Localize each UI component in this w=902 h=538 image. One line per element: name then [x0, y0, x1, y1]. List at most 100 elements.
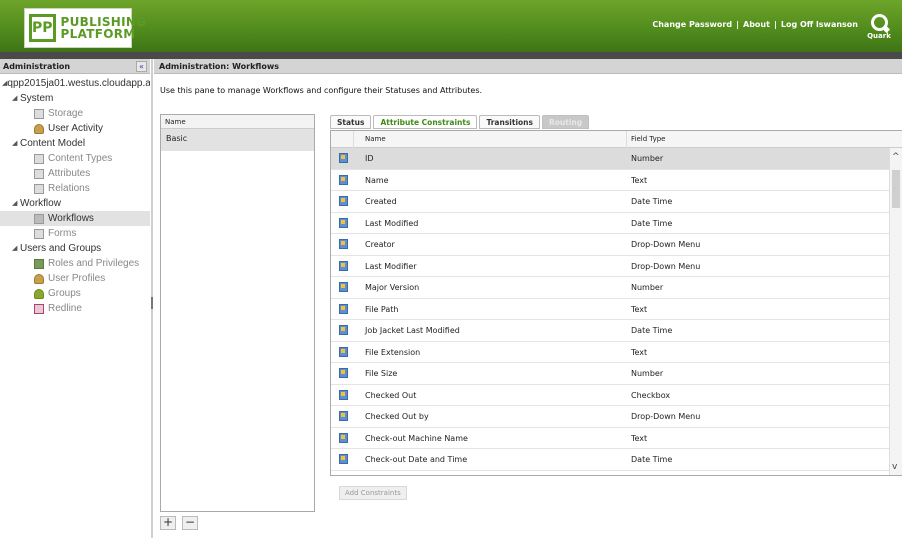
attribute-name-cell: File Path: [365, 304, 399, 314]
scroll-up-icon[interactable]: ^: [892, 152, 900, 162]
tree-item-label: Forms: [48, 228, 77, 239]
workflow-list-item[interactable]: Basic: [161, 129, 314, 151]
attribute-icon: [339, 346, 348, 357]
field-type-cell: Drop-Down Menu: [631, 412, 701, 421]
attribute-icon: [339, 217, 348, 228]
column-header-name[interactable]: Name: [365, 135, 386, 143]
tab-status[interactable]: Status: [330, 115, 372, 129]
table-row[interactable]: Job Jacket Last Modified Date Time: [331, 320, 891, 342]
quark-label: Quark: [867, 32, 891, 40]
field-type-cell: Drop-Down Menu: [631, 240, 701, 249]
remove-workflow-button[interactable]: −: [182, 516, 198, 530]
tree-item-label: Content Model: [20, 138, 86, 149]
attribute-name-cell: Created: [365, 197, 397, 206]
attribute-icon: [339, 389, 348, 400]
roles-icon: [34, 258, 44, 269]
workflow-tabs: Status Attribute Constraints Transitions…: [330, 115, 590, 129]
attribute-name-cell: Last Modifier: [365, 261, 417, 271]
table-row[interactable]: Major Version Number: [331, 277, 891, 299]
table-row[interactable]: Last Modifier Drop-Down Menu: [331, 256, 891, 277]
attribute-icon: [339, 325, 348, 335]
grid-scrollbar[interactable]: ^ v: [889, 148, 902, 475]
tree-item-groups[interactable]: Groups: [0, 286, 150, 301]
field-type-cell: Date Time: [631, 326, 673, 335]
attribute-name-cell: Job Jacket Last Modified: [365, 326, 460, 335]
log-off-link[interactable]: Log Off lswanson: [781, 20, 858, 29]
attribute-name-cell: ID: [365, 154, 374, 163]
collapse-panel-button[interactable]: «: [136, 61, 147, 72]
column-header-field-type[interactable]: Field Type: [631, 135, 665, 143]
header-stripe: [0, 52, 902, 59]
add-constraints-button: Add Constraints: [339, 486, 407, 500]
table-row[interactable]: Creator Drop-Down Menu: [331, 234, 891, 256]
table-row[interactable]: Created Date Time: [331, 191, 891, 213]
workflow-list: Name Basic: [160, 114, 315, 512]
field-type-cell: Checkbox: [631, 390, 671, 400]
about-link[interactable]: About: [743, 20, 770, 29]
attribute-name-cell: Check-out Date and Time: [365, 455, 468, 464]
tree-item-forms[interactable]: Forms: [0, 226, 150, 241]
table-row[interactable]: Last Modified Date Time: [331, 213, 891, 234]
add-workflow-button[interactable]: +: [160, 516, 176, 530]
attribute-icon: [339, 303, 348, 314]
expand-caret-icon[interactable]: ◢: [12, 196, 20, 211]
left-panel-title: Administration: [0, 59, 150, 74]
table-row[interactable]: Name Text: [331, 170, 891, 191]
attribute-name-cell: Checked Out: [365, 390, 417, 400]
change-password-link[interactable]: Change Password: [652, 20, 732, 29]
tree-item-content-types[interactable]: Content Types: [0, 151, 150, 166]
table-row[interactable]: Check-out Date and Time Date Time: [331, 449, 891, 471]
logo-text: PUBLISHING PLATFORM: [61, 16, 147, 40]
attribute-icon: [339, 432, 348, 443]
tree-item-label: User Profiles: [48, 273, 106, 284]
attribute-icon: [339, 260, 348, 271]
field-type-cell: Date Time: [631, 455, 673, 464]
tree-item-user-profiles[interactable]: User Profiles: [0, 271, 150, 286]
tree-item-label: Content Types: [48, 153, 113, 164]
tree-item-relations[interactable]: Relations: [0, 181, 150, 196]
table-row[interactable]: Checked Out by Drop-Down Menu: [331, 406, 891, 428]
tree-item-users-and-groups[interactable]: ◢ Users and Groups: [0, 241, 150, 256]
attributes-icon: [34, 168, 44, 179]
tab-attribute-constraints[interactable]: Attribute Constraints: [373, 115, 478, 129]
scroll-down-icon[interactable]: v: [892, 462, 897, 472]
table-row[interactable]: Checked Out Checkbox: [331, 385, 891, 406]
tree-item-attributes[interactable]: Attributes: [0, 166, 150, 181]
tree-item-content-model[interactable]: ◢ Content Model: [0, 136, 150, 151]
workflows-icon: [34, 213, 44, 224]
attribute-name-cell: Check-out Machine Name: [365, 433, 468, 443]
attribute-name-cell: Name: [365, 175, 389, 185]
attribute-icon: [339, 454, 348, 464]
page-title: Administration: Workflows: [154, 59, 902, 74]
table-row[interactable]: File Path Text: [331, 299, 891, 320]
tree-item-label: User Activity: [48, 123, 104, 134]
tree-item-system[interactable]: ◢ System: [0, 91, 150, 106]
expand-caret-icon[interactable]: ◢: [12, 91, 20, 106]
splitter-grip-icon[interactable]: [151, 297, 153, 309]
tab-transitions[interactable]: Transitions: [479, 115, 540, 129]
groups-icon: [34, 288, 44, 299]
tree-item-label: Groups: [48, 288, 81, 299]
table-row[interactable]: File Extension Text: [331, 342, 891, 363]
tree-item-user-activity[interactable]: User Activity: [0, 121, 150, 136]
attribute-name-cell: Major Version: [365, 283, 420, 292]
tree-item-redline[interactable]: Redline: [0, 301, 150, 316]
tree-item-workflow[interactable]: ◢ Workflow: [0, 196, 150, 211]
field-type-cell: Date Time: [631, 197, 673, 206]
field-type-cell: Drop-Down Menu: [631, 261, 701, 271]
expand-caret-icon[interactable]: ◢: [12, 241, 20, 256]
tree-item-storage[interactable]: Storage: [0, 106, 150, 121]
user-activity-icon: [34, 123, 44, 134]
tree-item-qpp2015ja01-westus-cloudapp-a[interactable]: ◢ qpp2015ja01.westus.cloudapp.a: [0, 76, 150, 91]
tree-item-workflows[interactable]: Workflows: [0, 211, 150, 226]
field-type-cell: Text: [631, 433, 648, 443]
grid-header: Name Field Type: [331, 131, 902, 148]
tree-item-roles-and-privileges[interactable]: Roles and Privileges: [0, 256, 150, 271]
expand-caret-icon[interactable]: ◢: [12, 136, 20, 151]
scroll-thumb[interactable]: [892, 170, 900, 208]
table-row[interactable]: ID Number: [331, 148, 891, 170]
attribute-icon: [339, 153, 348, 163]
table-row[interactable]: File Size Number: [331, 363, 891, 385]
table-row[interactable]: Check-out Machine Name Text: [331, 428, 891, 449]
publishing-platform-logo: PP PUBLISHING PLATFORM: [24, 8, 146, 48]
